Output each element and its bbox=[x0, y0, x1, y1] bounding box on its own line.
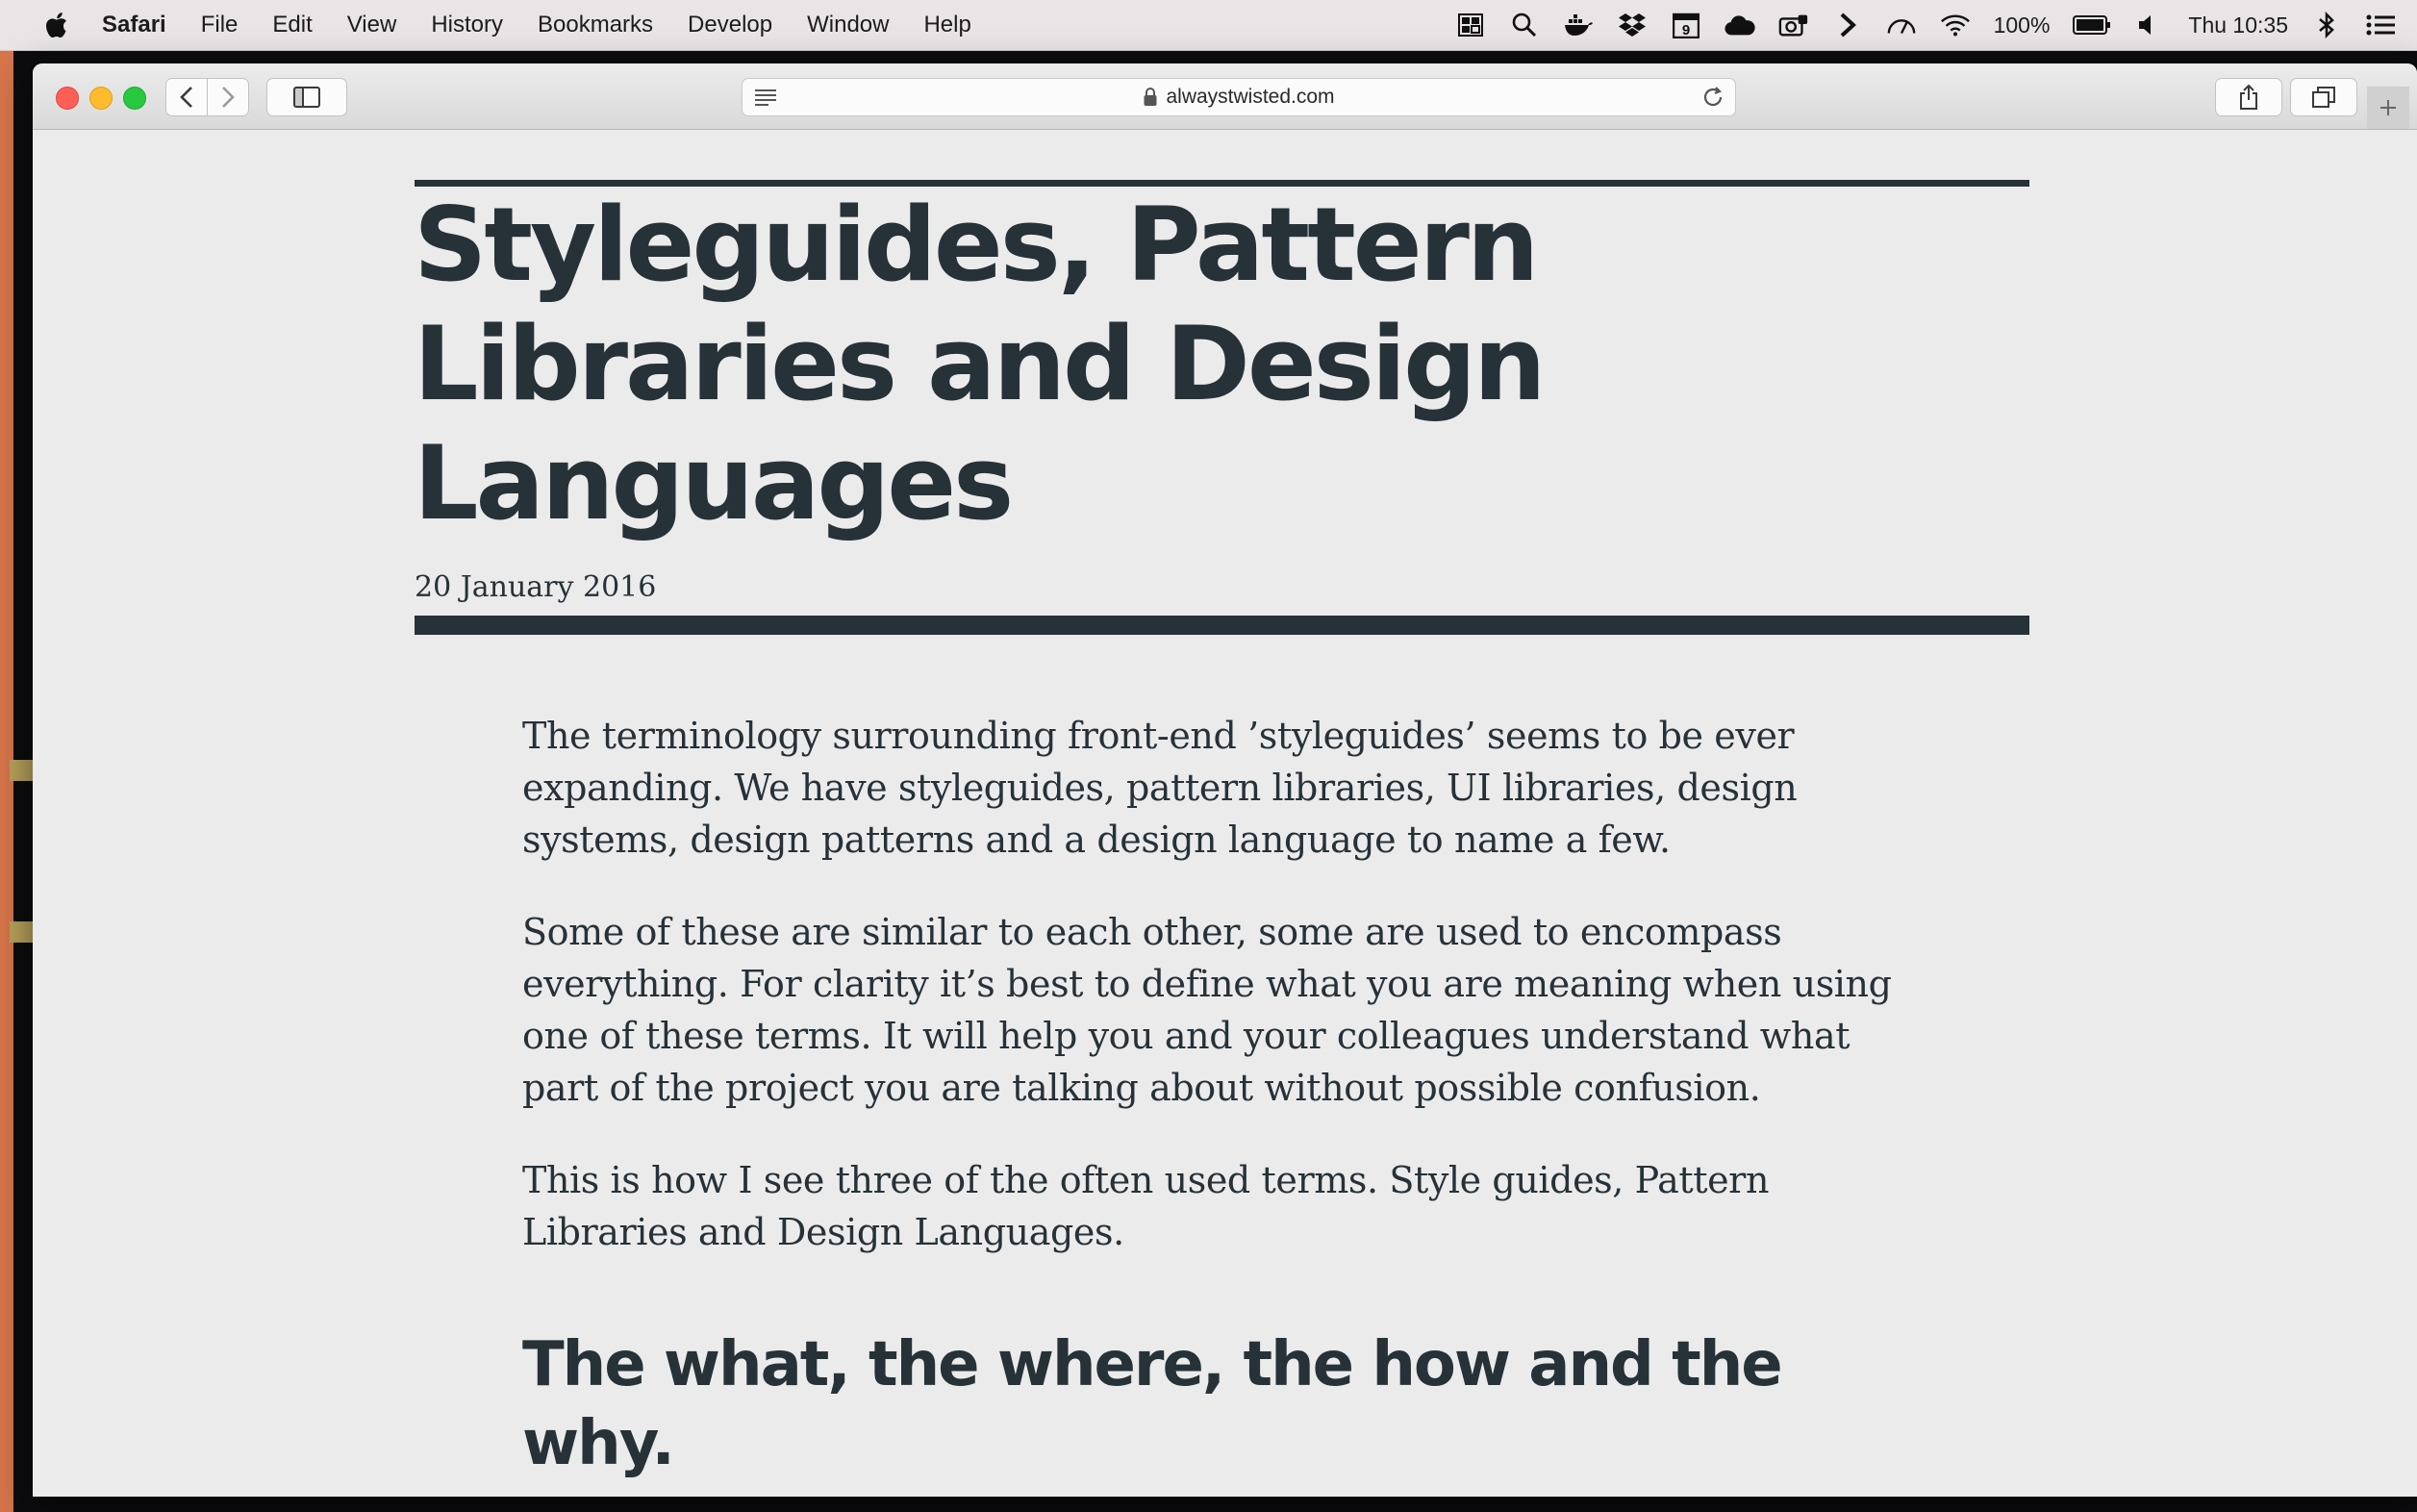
article-body: The terminology surrounding front-end ’s… bbox=[522, 710, 1936, 1483]
window-close-button[interactable] bbox=[56, 87, 79, 110]
article-paragraph: The terminology surrounding front-end ’s… bbox=[522, 715, 1798, 861]
menu-help[interactable]: Help bbox=[923, 12, 970, 38]
notification-center-icon[interactable] bbox=[2365, 11, 2396, 39]
calendar-icon[interactable]: 9 bbox=[1671, 11, 1701, 39]
article-title: Styleguides, Pattern Libraries and Desig… bbox=[414, 186, 1546, 542]
web-page: Styleguides, Pattern Libraries and Desig… bbox=[33, 130, 2417, 1497]
url-text: alwaystwisted.com bbox=[1166, 86, 1335, 108]
share-icon bbox=[2240, 84, 2257, 110]
reload-icon[interactable] bbox=[1700, 85, 1725, 110]
plus-icon bbox=[2380, 100, 2396, 115]
window-minimize-button[interactable] bbox=[89, 87, 113, 110]
sidebar-icon bbox=[293, 87, 320, 108]
menu-bar: Safari File Edit View History Bookmarks … bbox=[0, 0, 2417, 51]
safari-window: alwaystwisted.com Styleguides, Pattern L… bbox=[33, 63, 2417, 1497]
apple-menu-icon[interactable] bbox=[44, 9, 77, 41]
sidebar-toggle-button[interactable] bbox=[266, 78, 347, 116]
spotlight-search-icon[interactable] bbox=[1509, 11, 1540, 39]
menu-edit[interactable]: Edit bbox=[272, 12, 312, 38]
menu-extras: 9 100% Thu 10:35 bbox=[1455, 0, 2396, 50]
prompt-chevron-icon[interactable] bbox=[1832, 11, 1863, 39]
lock-icon bbox=[1144, 88, 1157, 106]
camera-icon[interactable] bbox=[1778, 11, 1809, 39]
back-button[interactable] bbox=[165, 78, 208, 116]
address-bar[interactable]: alwaystwisted.com bbox=[742, 78, 1736, 116]
dropbox-icon[interactable] bbox=[1617, 11, 1648, 39]
article-date: 20 January 2016 bbox=[415, 570, 657, 604]
new-tab-button[interactable] bbox=[2367, 87, 2409, 129]
menu-clock[interactable]: Thu 10:35 bbox=[2188, 13, 2288, 38]
menu-file[interactable]: File bbox=[201, 12, 239, 38]
bluetooth-icon[interactable] bbox=[2311, 11, 2342, 39]
battery-percentage[interactable]: 100% bbox=[1994, 13, 2051, 38]
chevron-left-icon bbox=[180, 87, 192, 108]
tab-overview-button[interactable] bbox=[2290, 78, 2357, 116]
menu-app-name[interactable]: Safari bbox=[102, 12, 166, 38]
browser-toolbar: alwaystwisted.com bbox=[33, 63, 2417, 130]
menu-bookmarks[interactable]: Bookmarks bbox=[538, 12, 653, 38]
gauge-icon[interactable] bbox=[1886, 11, 1917, 39]
tabs-icon bbox=[2312, 87, 2335, 108]
wallpaper-stripe bbox=[10, 921, 35, 943]
menu-develop[interactable]: Develop bbox=[688, 12, 772, 38]
window-zoom-button[interactable] bbox=[123, 87, 146, 110]
article-paragraph: This is how I see three of the often use… bbox=[522, 1159, 1770, 1253]
forward-button[interactable] bbox=[207, 78, 249, 116]
volume-icon[interactable] bbox=[2134, 11, 2165, 39]
cloud-icon[interactable] bbox=[1725, 11, 1755, 39]
title-bottom-rule bbox=[415, 616, 2029, 635]
wifi-icon[interactable] bbox=[1940, 11, 1971, 39]
menu-view[interactable]: View bbox=[347, 12, 397, 38]
calendar-day: 9 bbox=[1681, 22, 1689, 38]
section-heading: The what, the where, the how and the why… bbox=[522, 1329, 1783, 1479]
spaces-icon[interactable] bbox=[1455, 11, 1486, 39]
menu-history[interactable]: History bbox=[431, 12, 503, 38]
docker-icon[interactable] bbox=[1563, 11, 1594, 39]
share-button[interactable] bbox=[2215, 78, 2282, 116]
wallpaper-stripe bbox=[10, 760, 35, 781]
chevron-right-icon bbox=[222, 87, 235, 108]
menu-window[interactable]: Window bbox=[807, 12, 889, 38]
battery-icon[interactable] bbox=[2073, 11, 2111, 39]
article-paragraph: Some of these are similar to each other,… bbox=[522, 911, 1892, 1109]
reader-view-icon[interactable] bbox=[752, 85, 779, 110]
